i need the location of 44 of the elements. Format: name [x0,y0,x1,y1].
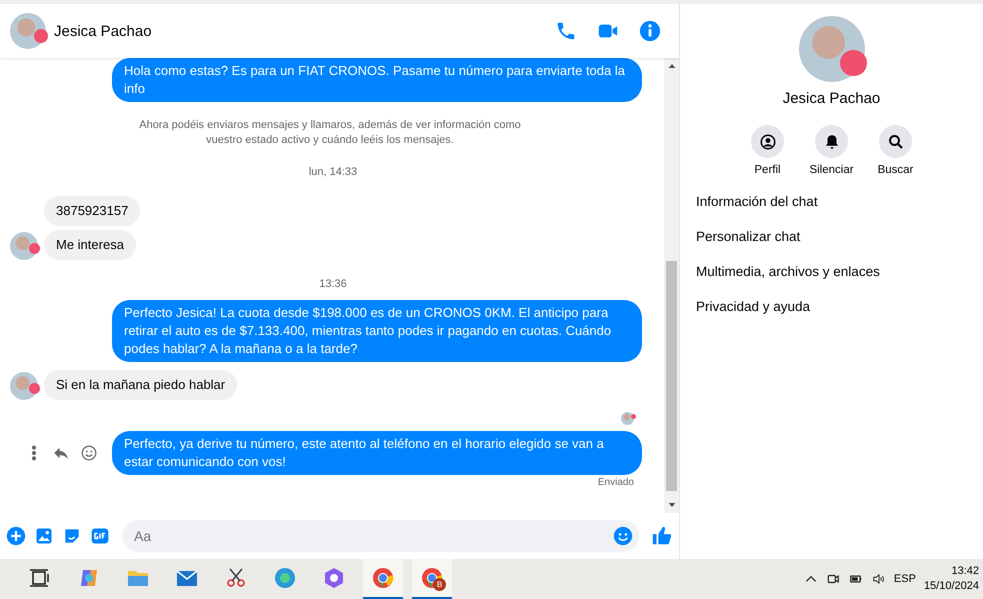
search-icon [886,132,904,150]
message-bubble: 3875923157 [44,196,140,226]
gif-icon[interactable] [90,526,110,546]
taskbar-app[interactable]: B [412,559,452,599]
timestamp: lun, 14:33 [308,166,358,178]
smiley-icon[interactable] [80,444,98,462]
message-field[interactable]: Aa [122,520,639,552]
browser-icon [371,566,395,590]
language-indicator[interactable]: ESP [894,573,916,585]
message-bubble: Hola como estas? Es para un FIAT CRONOS. Pasame tu número para enviarte toda la info [112,58,642,102]
profile-icon [758,132,776,150]
thumbs-up-icon[interactable] [651,525,673,547]
scroll-up-icon[interactable] [668,62,676,70]
timestamp: 13:36 [318,278,348,290]
speaker-icon[interactable] [872,572,886,586]
emoji-icon[interactable] [613,526,633,546]
hexagon-icon [322,566,346,590]
phone-icon[interactable] [555,20,577,42]
delivery-status: Enviado [596,477,634,488]
menu-item[interactable]: Personalizar chat [696,229,983,244]
scroll-down-icon[interactable] [668,501,676,509]
message-bubble: Perfecto, ya derive tu número, este atento al teléfono en el horario elegido se van a estar comunicando con vos! [112,431,642,475]
task-view-icon [28,566,52,590]
scrollbar[interactable] [664,58,679,513]
taskbar-app[interactable] [363,559,403,599]
app-badge: B [433,578,446,591]
info-text: Ahora podéis enviaros mensajes y llamaros, además de ver información como vuestro estado activo y cuándo leéis los mensajes. [138,118,522,148]
clock-date[interactable]: 15/10/2024 [924,579,979,594]
message-bubble: Perfecto Jesica! La cuota desde $198.000 es de un CRONOS 0KM. El anticipo para retirar el auto es de $7.133.400, mientras tanto podes ir pagando en cuotas. Cuándo podes hablar? A la mañana o a la tarde? [112,300,642,362]
info-icon[interactable] [639,20,661,42]
plus-icon[interactable] [6,526,26,546]
globe-icon [273,566,297,590]
clock-time[interactable]: 13:42 [951,564,979,579]
message-bubble: Me interesa [44,230,136,260]
menu-item[interactable]: Multimedia, archivos y enlaces [696,264,983,279]
contact-name: Jesica Pachao [54,22,153,40]
contact-name: Jesica Pachao [782,90,880,107]
avatar-photo [10,13,46,49]
seen-avatar [621,412,634,425]
camera-icon[interactable] [826,572,840,586]
menu-item[interactable]: Privacidad y ayuda [696,299,983,314]
message-bubble: Si en la mañana piedo hablar [44,370,238,400]
image-icon[interactable] [34,526,54,546]
menu-item[interactable]: Información del chat [696,194,983,209]
